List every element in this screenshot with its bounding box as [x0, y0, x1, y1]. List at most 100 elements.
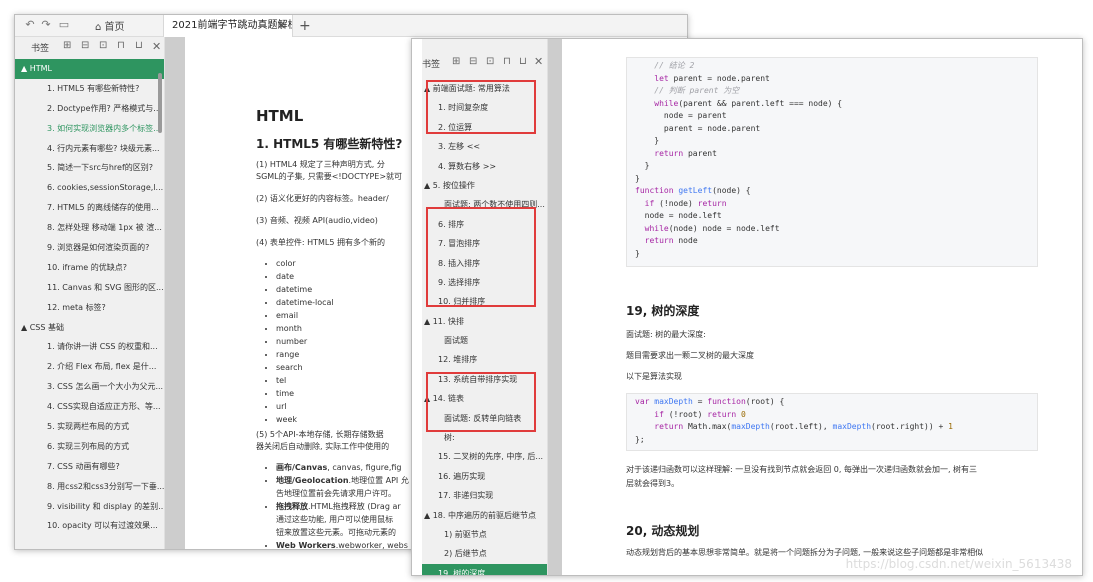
close-sidebar-icon[interactable]: ✕ — [534, 55, 543, 68]
delete-icon[interactable]: ⊔ — [135, 40, 143, 51]
sidebar-item[interactable]: 8. 用css2和css3分别写一下垂... — [15, 477, 164, 497]
code-line: while(node) node = node.left — [644, 223, 780, 233]
code-block-getleft: // 结论 2 let parent = node.parent // 判断 p… — [626, 57, 1038, 267]
sidebar-item[interactable]: 1. 请你讲一讲 CSS 的权重和... — [15, 337, 164, 357]
list-item-text: 告地理位置前会先请求用户许可。 — [276, 489, 396, 498]
code-line: if (!node) return — [644, 198, 727, 208]
redo-icon[interactable]: ↷ — [39, 18, 53, 32]
sidebar-item[interactable]: 12. meta 标签? — [15, 298, 164, 318]
sidebar-item[interactable]: ▲ 11. 快排 — [422, 312, 547, 331]
code-line: parent = node.parent — [635, 123, 761, 133]
sidebar-title: 书签 — [31, 44, 50, 54]
expand-icon[interactable]: ⊞ — [452, 56, 460, 67]
sidebar-item[interactable]: 5. 简述一下src与href的区别? — [15, 158, 164, 178]
sidebar-item[interactable]: 3. CSS 怎么画一个大小为父元... — [15, 377, 164, 397]
sidebar-item[interactable]: 2. Doctype作用? 严格模式与... — [15, 99, 164, 119]
list-item-text: , canvas, figure,fig — [327, 463, 402, 472]
sidebar-item[interactable]: ▲ 18. 中序遍历的前驱后继节点 — [422, 506, 547, 525]
collapse-icon[interactable]: ⊟ — [469, 56, 477, 67]
code-line: return parent — [654, 148, 717, 158]
list-item: week — [276, 413, 334, 426]
paragraph: SGML的子集, 只需要<!DOCTYPE>就可 — [256, 172, 403, 181]
watermark: https://blog.csdn.net/weixin_5613438 — [845, 557, 1072, 571]
bookmark-icon[interactable]: ⊓ — [117, 40, 125, 51]
list-item: time — [276, 387, 334, 400]
sidebar-item[interactable]: 4. CSS实现自适应正方形、等... — [15, 397, 164, 417]
list-item: 地理/Geolocation.地理位置 API 允 — [276, 474, 409, 487]
sidebar-item[interactable]: 12. 堆排序 — [422, 350, 547, 369]
sidebar-item[interactable]: 15. 二叉树的先序, 中序, 后... — [422, 447, 547, 466]
sidebar-header: 书签 ⊞ ⊟ ⊡ ⊓ ⊔ ✕ — [15, 37, 164, 59]
bookmark-icon[interactable]: ⊓ — [503, 56, 511, 67]
paragraph: (5) 5个API-本地存储, 长期存储数据 — [256, 430, 384, 439]
page-heading: HTML — [256, 107, 304, 125]
list-item-term: 画布/Canvas — [276, 463, 328, 472]
sidebar-item[interactable]: 面试题 — [422, 331, 547, 350]
sidebar-scrollbar[interactable] — [158, 73, 162, 133]
sidebar-item[interactable]: 4. 行内元素有哪些? 块级元素... — [15, 139, 164, 159]
undo-icon[interactable]: ↶ — [23, 18, 37, 32]
section-heading: 1. HTML5 有哪些新特性? — [256, 137, 403, 151]
sidebar-item[interactable]: 3. 左移 << — [422, 137, 547, 156]
code-line: node = parent — [635, 111, 727, 120]
sidebar-item[interactable]: 11. Canvas 和 SVG 图形的区... — [15, 278, 164, 298]
sidebar-item[interactable]: 7. HTML5 的离线储存的使用... — [15, 198, 164, 218]
tab-home-label: 首页 — [104, 22, 125, 33]
sidebar-item[interactable]: 1. HTML5 有哪些新特性? — [15, 79, 164, 99]
list-item: tel — [276, 374, 334, 387]
list-item-term: 拖拽释放 — [276, 502, 308, 511]
sidebar-item[interactable]: 6. cookies,sessionStorage,l... — [15, 178, 164, 198]
sidebar-item[interactable]: 6. 实现三列布局的方式 — [15, 437, 164, 457]
sidebar-item[interactable]: 1) 前驱节点 — [422, 525, 547, 544]
code-line: function getLeft(node) { — [635, 186, 751, 195]
bookmark-add-icon[interactable]: ⊡ — [486, 56, 494, 67]
sidebar-item[interactable]: 9. 浏览器是如何渲染页面的? — [15, 238, 164, 258]
input-type-list: colordatedatetimedatetime-localemailmont… — [256, 257, 334, 426]
paragraph: 以下是算法实现 — [626, 372, 682, 381]
list-item: url — [276, 400, 334, 413]
list-item: email — [276, 309, 334, 322]
sidebar-item[interactable]: 10. opacity 可以有过渡效果... — [15, 516, 164, 536]
api-list: 画布/Canvas, canvas, figure,fig地理/Geolocat… — [256, 461, 409, 550]
tab-document[interactable]: 2021前端字节跳动真题解析 ✕ — [163, 15, 293, 37]
list-item: 通过这些功能, 用户可以使用鼠标 — [276, 513, 409, 526]
sidebar-item[interactable]: 8. 怎样处理 移动端 1px 被 渲... — [15, 218, 164, 238]
sidebar-item[interactable]: 9. visibility 和 display 的差别... — [15, 497, 164, 517]
sidebar-item[interactable]: 2. 介绍 Flex 布局, flex 是什... — [15, 357, 164, 377]
sidebar-item[interactable]: ▲ CSS 基础 — [15, 318, 164, 338]
sidebar-item[interactable]: 2) 后继节点 — [422, 544, 547, 563]
sidebar-item[interactable]: 5. 实现两栏布局的方式 — [15, 417, 164, 437]
expand-icon[interactable]: ⊞ — [63, 40, 71, 51]
code-line: } — [635, 161, 650, 170]
tab-home[interactable]: ⌂ 首页 — [95, 18, 125, 33]
sidebar-item[interactable]: ▲ HTML — [15, 59, 164, 79]
collapse-icon[interactable]: ⊟ — [81, 40, 89, 51]
paragraph: (1) HTML4 规定了三种声明方式, 分 — [256, 160, 385, 169]
sidebar-item[interactable]: 16. 遍历实现 — [422, 467, 547, 486]
save-icon[interactable]: ▭ — [57, 18, 71, 32]
bookmark-add-icon[interactable]: ⊡ — [99, 40, 107, 51]
code-line: return Math.max(maxDepth(root.left), max… — [654, 422, 953, 431]
close-icon[interactable]: ✕ — [277, 15, 286, 37]
delete-icon[interactable]: ⊔ — [519, 56, 527, 67]
bookmark-sidebar: 书签 ⊞ ⊟ ⊡ ⊓ ⊔ ✕ ▲ HTML 1. HTML5 有哪些新特性? 2. … — [15, 37, 165, 549]
sidebar-splitter[interactable] — [548, 39, 562, 575]
bookmark-list: ▲ HTML 1. HTML5 有哪些新特性? 2. Doctype作用? 严格模式… — [15, 59, 164, 536]
list-item-text: 通过这些功能, 用户可以使用鼠标 — [276, 515, 394, 524]
sidebar-item[interactable]: 10. iframe 的优缺点? — [15, 258, 164, 278]
list-item: search — [276, 361, 334, 374]
code-line: }; — [635, 434, 645, 444]
sidebar-item[interactable]: 3. 如何实现浏览器内多个标签... — [15, 119, 164, 139]
sidebar-item[interactable]: 4. 算数右移 >> — [422, 157, 547, 176]
sidebar-item[interactable]: 7. CSS 动画有哪些? — [15, 457, 164, 477]
sidebar-item[interactable]: 17. 非递归实现 — [422, 486, 547, 505]
list-item-term: Web Workers — [276, 541, 336, 550]
add-tab-icon[interactable]: + — [299, 15, 311, 37]
list-item: 画布/Canvas, canvas, figure,fig — [276, 461, 409, 474]
home-icon: ⌂ — [95, 22, 105, 33]
sidebar-item[interactable]: 19. 树的深度 — [422, 563, 547, 575]
close-sidebar-icon[interactable]: ✕ — [152, 40, 161, 53]
sidebar-item[interactable]: ▲ 5. 按位操作 — [422, 176, 547, 195]
paragraph: 层就会得到3。 — [626, 479, 680, 488]
sidebar-splitter[interactable] — [165, 37, 185, 549]
